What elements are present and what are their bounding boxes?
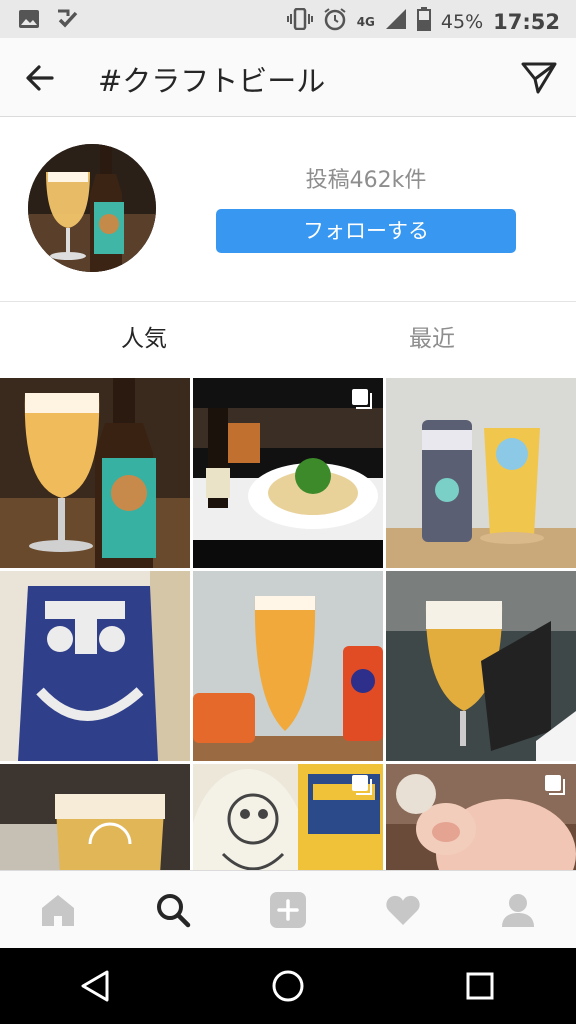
check-icon	[56, 8, 78, 34]
system-home-button[interactable]	[258, 956, 318, 1016]
home-icon	[41, 895, 74, 926]
system-recents-button[interactable]	[450, 956, 510, 1016]
vibrate-icon	[286, 7, 313, 35]
nav-add[interactable]	[260, 882, 316, 938]
hashtag-avatar	[28, 144, 156, 272]
post-count: 投稿462k件	[305, 168, 427, 193]
back-triangle-icon	[81, 970, 109, 1002]
tab-bar: 人気 最近	[0, 302, 576, 377]
hashtag-header: 投稿462k件 フォローする	[0, 117, 576, 302]
follow-button[interactable]: フォローする	[216, 209, 516, 253]
multi-photo-icon	[352, 389, 372, 409]
system-nav-bar	[0, 948, 576, 1024]
nav-profile[interactable]	[490, 882, 546, 938]
back-button[interactable]	[22, 60, 58, 96]
grid-photo[interactable]	[0, 571, 190, 761]
grid-photo[interactable]	[386, 764, 576, 870]
network-type: 4G	[356, 14, 375, 29]
page-title: #クラフトビール	[98, 64, 326, 98]
profile-icon	[502, 894, 535, 927]
alarm-icon	[323, 7, 347, 36]
search-icon	[156, 894, 191, 928]
status-bar: 4G 45% 17:52	[0, 0, 576, 38]
send-button[interactable]	[520, 58, 558, 96]
grid-photo[interactable]	[193, 764, 383, 870]
photo-grid	[0, 378, 576, 870]
battery-percent: 45%	[440, 10, 484, 33]
multi-photo-icon	[352, 775, 372, 795]
bottom-nav	[0, 870, 576, 949]
send-icon	[521, 62, 557, 94]
heart-icon	[386, 895, 420, 925]
grid-photo[interactable]	[0, 764, 190, 870]
nav-activity[interactable]	[375, 882, 431, 938]
image-icon	[18, 9, 40, 33]
battery-icon	[416, 7, 431, 36]
home-circle-icon	[272, 970, 304, 1002]
system-back-button[interactable]	[66, 956, 126, 1016]
tab-recent[interactable]: 最近	[288, 302, 576, 377]
multi-photo-icon	[545, 775, 565, 795]
arrow-left-icon	[26, 65, 54, 91]
nav-search[interactable]	[145, 882, 201, 938]
nav-home[interactable]	[30, 882, 86, 938]
grid-photo[interactable]	[193, 378, 383, 568]
grid-photo[interactable]	[386, 378, 576, 568]
add-icon	[269, 892, 306, 928]
grid-photo[interactable]	[193, 571, 383, 761]
clock: 17:52	[493, 9, 560, 34]
app-bar: #クラフトビール	[0, 38, 576, 117]
recents-square-icon	[466, 972, 494, 1000]
tab-popular[interactable]: 人気	[0, 302, 288, 377]
grid-photo[interactable]	[0, 378, 190, 568]
grid-photo[interactable]	[386, 571, 576, 761]
signal-icon	[385, 8, 407, 35]
